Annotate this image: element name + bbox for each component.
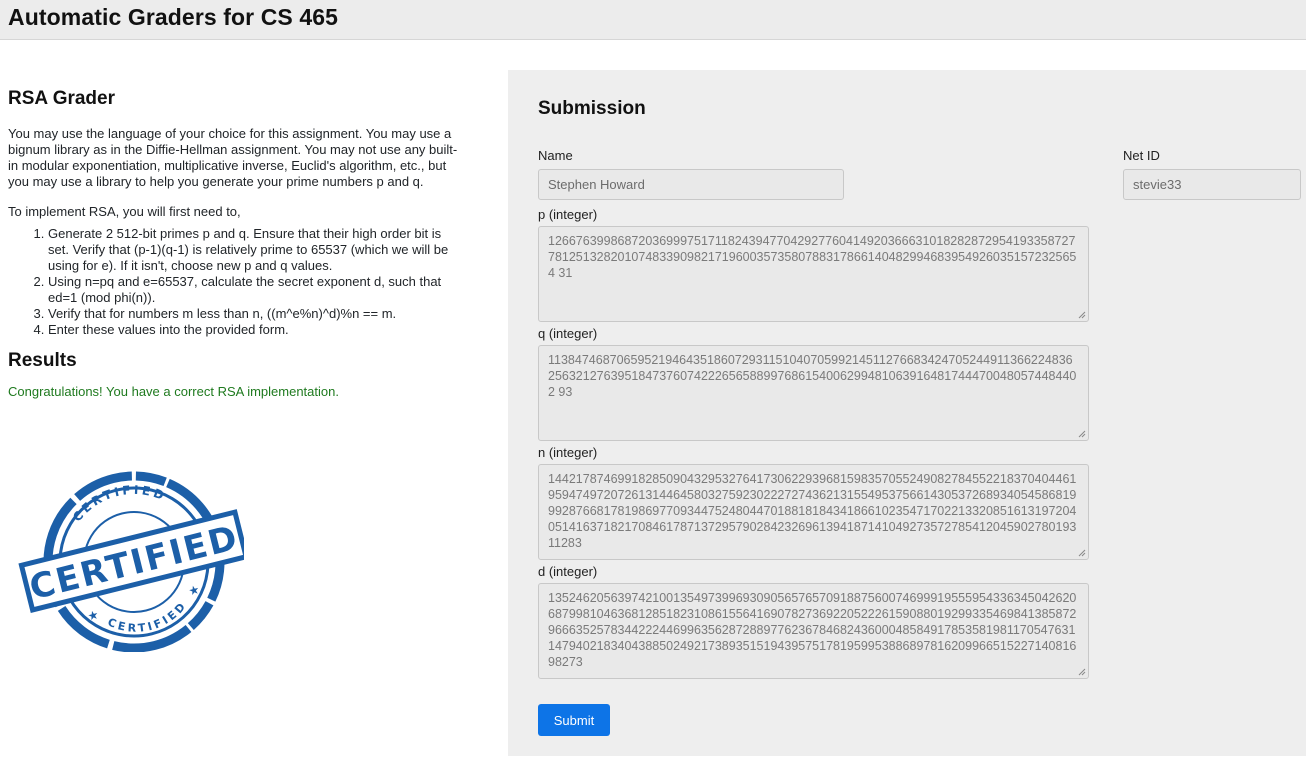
p-value: 1266763998687203699975171182439477042927…	[548, 234, 1077, 280]
success-message: Congratulations! You have a correct RSA …	[8, 384, 339, 399]
intro-text: You may use the language of your choice …	[8, 126, 458, 189]
step-item: Using n=pq and e=65537, calculate the se…	[48, 274, 460, 306]
grader-title: RSA Grader	[8, 88, 115, 109]
app-header: Automatic Graders for CS 465	[0, 0, 1306, 40]
d-label: d (integer)	[538, 564, 598, 579]
q-value: 1138474687065952194643518607293115104070…	[548, 353, 1077, 399]
n-label: n (integer)	[538, 445, 598, 460]
grader-description: RSA Grader You may use the language of y…	[8, 88, 460, 400]
step-item: Verify that for numbers m less than n, (…	[48, 306, 460, 322]
q-label: q (integer)	[538, 326, 598, 341]
p-label: p (integer)	[538, 207, 598, 222]
submission-title: Submission	[538, 98, 646, 119]
name-label: Name	[538, 148, 573, 163]
submit-button[interactable]: Submit	[538, 704, 610, 736]
steps-list: Generate 2 512-bit primes p and q. Ensur…	[8, 226, 460, 338]
resize-handle-icon[interactable]	[1078, 311, 1086, 319]
n-value: 1442178746991828509043295327641730622939…	[548, 472, 1077, 550]
submission-panel: Submission Name Stephen Howard Net ID st…	[508, 70, 1306, 756]
resize-handle-icon[interactable]	[1078, 668, 1086, 676]
n-textarea[interactable]: 1442178746991828509043295327641730622939…	[538, 464, 1089, 560]
d-value: 1352462056397421001354973996930905657657…	[548, 591, 1077, 669]
results-title: Results	[8, 350, 77, 371]
d-textarea[interactable]: 1352462056397421001354973996930905657657…	[538, 583, 1089, 679]
q-textarea[interactable]: 1138474687065952194643518607293115104070…	[538, 345, 1089, 441]
step-item: Enter these values into the provided for…	[48, 322, 460, 338]
p-textarea[interactable]: 1266763998687203699975171182439477042927…	[538, 226, 1089, 322]
resize-handle-icon[interactable]	[1078, 430, 1086, 438]
step-item: Generate 2 512-bit primes p and q. Ensur…	[48, 226, 460, 274]
svg-text:★: ★	[187, 582, 201, 598]
resize-handle-icon[interactable]	[1078, 549, 1086, 557]
page-title: Automatic Graders for CS 465	[8, 4, 339, 30]
name-field[interactable]: Stephen Howard	[538, 169, 844, 200]
svg-text:★: ★	[86, 607, 100, 623]
certified-stamp-image: CERTIFIED CERTIFIED ★ ★ ★ ★ CERTIFIED	[18, 471, 244, 652]
implement-text: To implement RSA, you will first need to…	[8, 204, 241, 219]
netid-label: Net ID	[1123, 148, 1160, 163]
netid-field[interactable]: stevie33	[1123, 169, 1301, 200]
